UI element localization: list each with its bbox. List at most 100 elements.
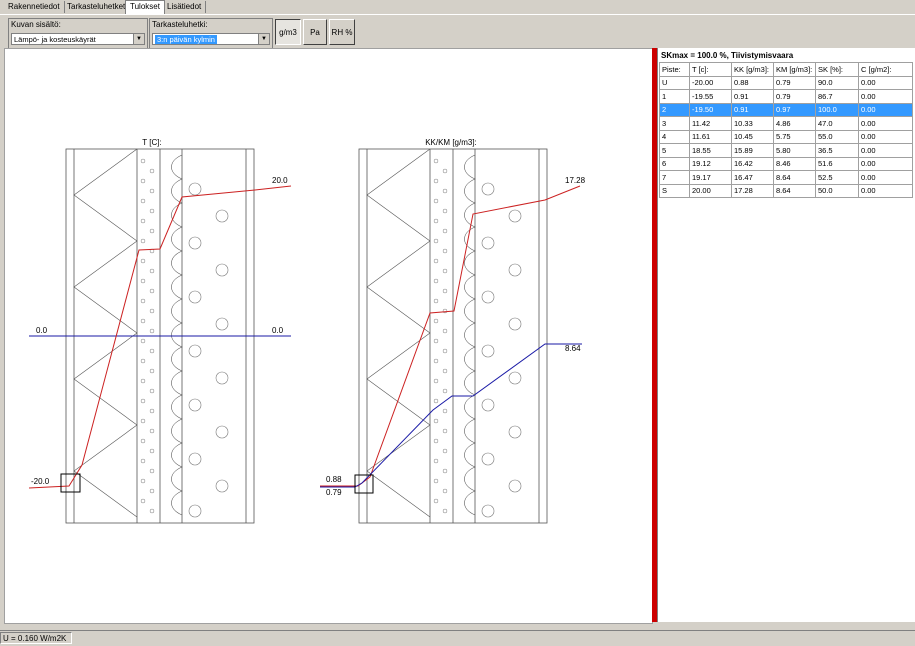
table-cell: 0.79: [773, 89, 816, 104]
table-cell: 0.00: [858, 170, 913, 185]
table-cell: U: [659, 75, 690, 90]
table-cell: 4.86: [773, 116, 816, 131]
table-row[interactable]: U -20.00 0.88 0.79 90.0 0.00: [659, 75, 913, 90]
content-select[interactable]: Lämpö- ja kosteuskäyrät ▼: [11, 33, 145, 45]
gm3-button[interactable]: g/m3: [275, 19, 301, 45]
table-cell: 10.33: [731, 116, 774, 131]
results-table: Piste: T [c]: KK [g/m3]: KM [g/m3]: SK […: [659, 62, 913, 198]
table-cell: 86.7: [815, 89, 859, 104]
right-chart-title: KK/KM [g/m3]:: [425, 138, 477, 147]
table-cell: 17.28: [731, 183, 774, 198]
tab-tulokset[interactable]: Tulokset: [125, 0, 165, 14]
moment-select[interactable]: 3:n päivän kylmin ▼: [152, 33, 270, 45]
table-cell: 10.45: [731, 129, 774, 144]
table-cell: 5: [659, 143, 690, 158]
table-cell: 0.00: [858, 183, 913, 198]
table-row[interactable]: 1 -19.55 0.91 0.79 86.7 0.00: [659, 89, 913, 104]
col-header[interactable]: SK [%]:: [815, 62, 859, 77]
tab-tarkasteluhetket[interactable]: Tarkasteluhetket: [63, 1, 131, 13]
main-area: T [C]: 0.0 0.0 20.0 -20.0 KK/KM [g/m3]: …: [0, 48, 915, 625]
moment-group: Tarkasteluhetki: 3:n päivän kylmin ▼: [149, 18, 273, 49]
table-cell: 16.42: [731, 156, 774, 171]
table-cell: 15.89: [731, 143, 774, 158]
table-cell: 5.80: [773, 143, 816, 158]
tab-bar: Rakennetiedot Tarkasteluhetket Tulokset …: [0, 0, 915, 14]
table-cell: 0.00: [858, 143, 913, 158]
col-header[interactable]: KK [g/m3]:: [731, 62, 774, 77]
table-cell: 0.91: [731, 102, 774, 117]
table-cell: 8.64: [773, 183, 816, 198]
table-cell: 11.61: [689, 129, 732, 144]
table-cell: 0.88: [731, 75, 774, 90]
table-cell: 7: [659, 170, 690, 185]
table-cell: 90.0: [815, 75, 859, 90]
table-cell: -19.55: [689, 89, 732, 104]
table-cell: 8.46: [773, 156, 816, 171]
results-canvas: T [C]: 0.0 0.0 20.0 -20.0 KK/KM [g/m3]: …: [4, 48, 653, 624]
table-cell: 11.42: [689, 116, 732, 131]
moment-select-value: 3:n päivän kylmin: [155, 35, 217, 44]
col-header[interactable]: T [c]:: [689, 62, 732, 77]
col-header[interactable]: C [g/m2]:: [858, 62, 913, 77]
table-cell: 47.0: [815, 116, 859, 131]
table-cell: 20.00: [689, 183, 732, 198]
table-cell: 18.55: [689, 143, 732, 158]
km-outside-label: 0.79: [326, 488, 342, 497]
table-cell: 0.00: [858, 102, 913, 117]
tab-rakennetiedot[interactable]: Rakennetiedot: [4, 1, 65, 13]
status-bar: U = 0.160 W/m2K: [0, 630, 915, 646]
kk-inside-label: 17.28: [565, 176, 586, 185]
content-group: Kuvan sisältö: Lämpö- ja kosteuskäyrät ▼: [8, 18, 148, 49]
table-row[interactable]: 6 19.12 16.42 8.46 51.6 0.00: [659, 156, 913, 171]
table-row[interactable]: 4 11.61 10.45 5.75 55.0 0.00: [659, 129, 913, 144]
table-cell: 0.00: [858, 89, 913, 104]
left-chart-title: T [C]:: [142, 138, 161, 147]
table-cell: 50.0: [815, 183, 859, 198]
table-cell: 19.12: [689, 156, 732, 171]
table-header-row: Piste: T [c]: KK [g/m3]: KM [g/m3]: SK […: [659, 62, 913, 77]
table-row[interactable]: S 20.00 17.28 8.64 50.0 0.00: [659, 183, 913, 198]
table-cell: 8.64: [773, 170, 816, 185]
chevron-down-icon[interactable]: ▼: [133, 34, 144, 44]
table-cell: 52.5: [815, 170, 859, 185]
table-cell: 16.47: [731, 170, 774, 185]
table-row[interactable]: 3 11.42 10.33 4.86 47.0 0.00: [659, 116, 913, 131]
table-title: SKmax = 100.0 %, Tiivistymisvaara: [661, 51, 794, 60]
tab-lisatiedot[interactable]: Lisätiedot: [163, 1, 207, 13]
kk-outside-label: 0.88: [326, 475, 342, 484]
table-cell: 5.75: [773, 129, 816, 144]
table-cell: 4: [659, 129, 690, 144]
results-panel: SKmax = 100.0 %, Tiivistymisvaara Piste:…: [657, 48, 915, 622]
table-row[interactable]: 5 18.55 15.89 5.80 36.5 0.00: [659, 143, 913, 158]
table-cell: 19.17: [689, 170, 732, 185]
table-cell: 1: [659, 89, 690, 104]
table-cell: S: [659, 183, 690, 198]
u-value-status: U = 0.160 W/m2K: [0, 632, 72, 644]
left-mid-label: 0.0: [36, 326, 48, 335]
content-label: Kuvan sisältö:: [11, 20, 61, 29]
temp-outside-label: -20.0: [31, 477, 50, 486]
table-cell: 0.00: [858, 156, 913, 171]
col-header[interactable]: KM [g/m3]:: [773, 62, 816, 77]
table-cell: 2: [659, 102, 690, 117]
km-inside-label: 8.64: [565, 344, 581, 353]
table-cell: 6: [659, 156, 690, 171]
temp-inside-label: 20.0: [272, 176, 288, 185]
table-cell: 0.00: [858, 75, 913, 90]
profile-diagram: T [C]: 0.0 0.0 20.0 -20.0 KK/KM [g/m3]: …: [28, 138, 586, 524]
table-row[interactable]: 7 19.17 16.47 8.64 52.5 0.00: [659, 170, 913, 185]
table-cell: 0.00: [858, 116, 913, 131]
table-cell: 0.00: [858, 129, 913, 144]
table-cell: 0.91: [731, 89, 774, 104]
rh-button[interactable]: RH %: [329, 19, 355, 45]
table-cell: -19.50: [689, 102, 732, 117]
table-cell: 55.0: [815, 129, 859, 144]
table-row-selected[interactable]: 2 -19.50 0.91 0.97 100.0 0.00: [659, 102, 913, 117]
chevron-down-icon[interactable]: ▼: [258, 34, 269, 44]
table-cell: 3: [659, 116, 690, 131]
pa-button[interactable]: Pa: [303, 19, 327, 45]
moment-label: Tarkasteluhetki:: [152, 20, 208, 29]
col-header[interactable]: Piste:: [659, 62, 690, 77]
table-cell: -20.00: [689, 75, 732, 90]
table-cell: 51.6: [815, 156, 859, 171]
